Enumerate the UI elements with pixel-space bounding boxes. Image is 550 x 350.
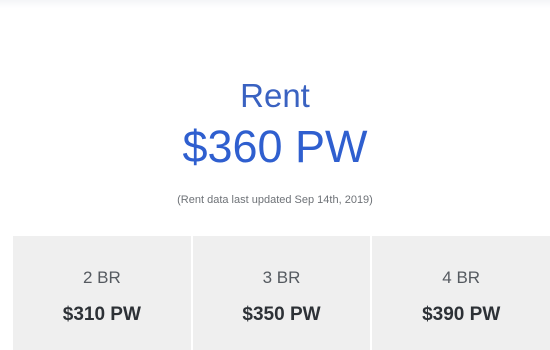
rent-summary-page: Rent $360 PW (Rent data last updated Sep… bbox=[0, 0, 550, 350]
bedroom-rent-4br: 4 BR $390 PW bbox=[372, 236, 550, 350]
bedroom-rent-2br: 2 BR $310 PW bbox=[13, 236, 193, 350]
bedroom-label: 3 BR bbox=[262, 268, 301, 287]
bedroom-price: $390 PW bbox=[422, 304, 501, 325]
bedroom-label: 4 BR bbox=[442, 268, 481, 287]
rent-updated-note: (Rent data last updated Sep 14th, 2019) bbox=[177, 194, 373, 206]
bedroom-price: $350 PW bbox=[242, 304, 321, 325]
bedroom-label: 2 BR bbox=[82, 268, 121, 287]
rent-heading: Rent bbox=[240, 77, 310, 114]
top-divider bbox=[0, 0, 550, 8]
bedroom-price: $310 PW bbox=[62, 304, 141, 325]
rent-price: $360 PW bbox=[182, 121, 368, 172]
bedroom-rent-breakdown: 2 BR $310 PW 3 BR $350 PW 4 BR $390 PW bbox=[13, 236, 550, 350]
bedroom-rent-3br: 3 BR $350 PW bbox=[192, 236, 373, 350]
